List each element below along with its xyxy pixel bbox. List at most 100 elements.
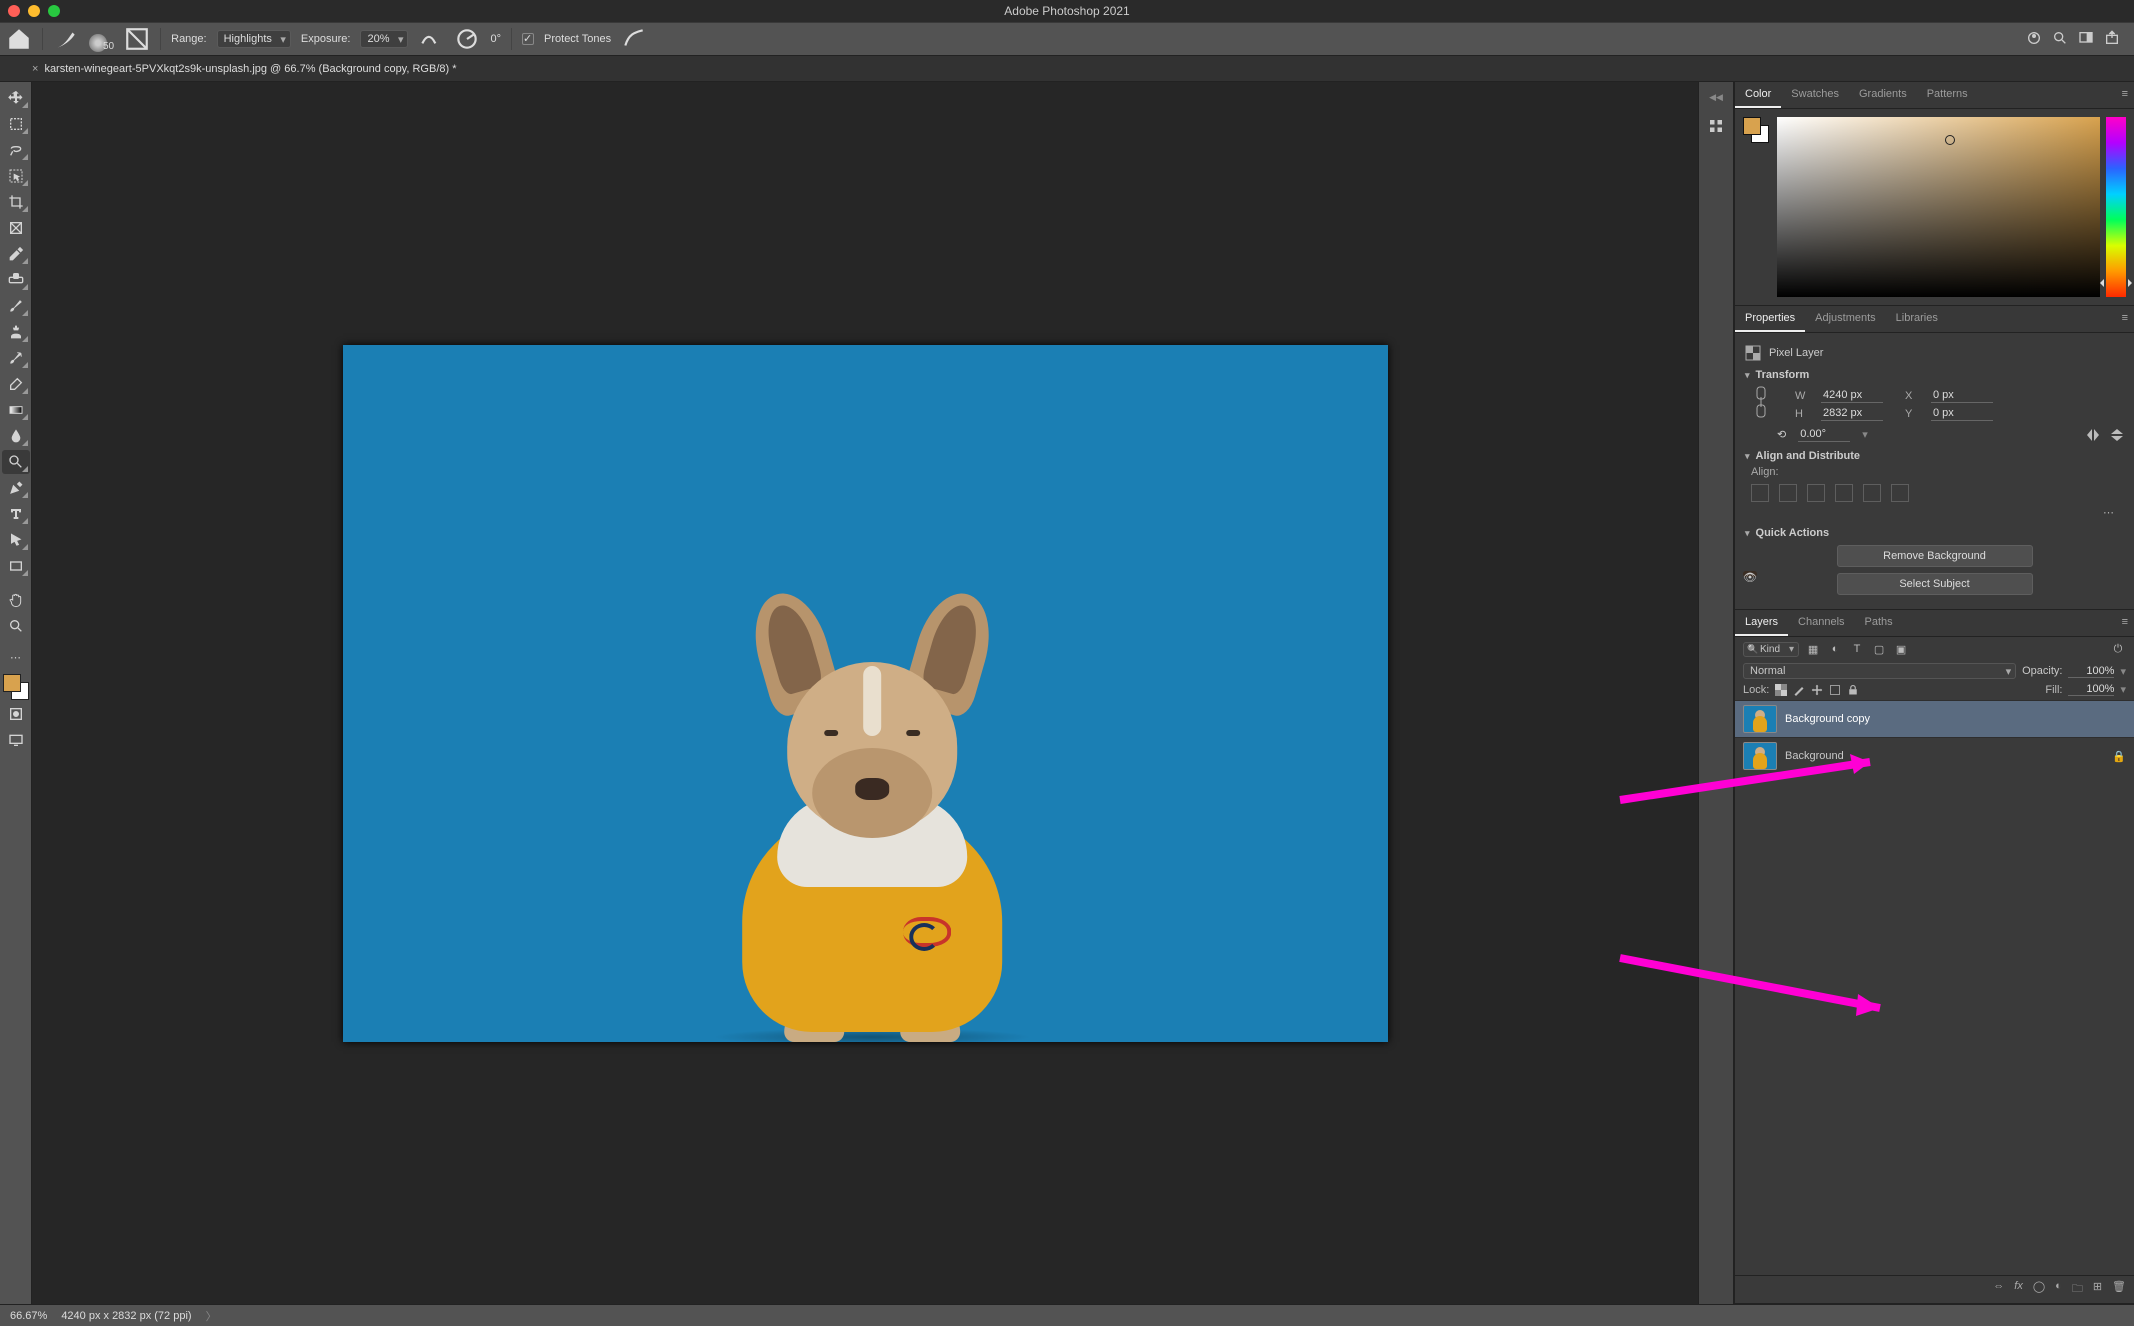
filter-toggle[interactable]: ⏻ (2110, 641, 2126, 657)
zoom-tool[interactable] (2, 614, 30, 638)
color-panel-menu[interactable]: ≡ (2116, 82, 2134, 108)
x-input[interactable] (1931, 388, 1993, 403)
close-tab-button[interactable]: × (32, 63, 38, 75)
flip-horizontal-icon[interactable] (2086, 428, 2100, 442)
filter-smart-icon[interactable]: ▣ (1893, 641, 1909, 657)
clone-stamp-tool[interactable] (2, 320, 30, 344)
layer-thumbnail[interactable] (1743, 705, 1777, 733)
eraser-tool[interactable] (2, 372, 30, 396)
filter-pixel-icon[interactable]: ▦ (1805, 641, 1821, 657)
filter-adjust-icon[interactable]: ◐ (1827, 641, 1843, 657)
exposure-select[interactable]: 20% (360, 30, 408, 48)
angle-value[interactable]: 0° (490, 33, 501, 45)
section-align[interactable]: Align and Distribute (1745, 450, 2124, 462)
document-canvas[interactable] (343, 345, 1388, 1042)
tab-adjustments[interactable]: Adjustments (1805, 306, 1886, 332)
eyedropper-tool[interactable] (2, 242, 30, 266)
gradient-tool[interactable] (2, 398, 30, 422)
pen-tool[interactable] (2, 476, 30, 500)
layer-name[interactable]: Background copy (1785, 713, 1870, 725)
layer-row-background-copy[interactable]: Background copy (1735, 700, 2134, 737)
window-zoom-button[interactable] (48, 5, 60, 17)
select-subject-button[interactable]: Select Subject (1837, 573, 2033, 595)
width-input[interactable] (1821, 388, 1883, 403)
range-select[interactable]: Highlights (217, 30, 291, 48)
tab-paths[interactable]: Paths (1855, 610, 1903, 636)
window-minimize-button[interactable] (28, 5, 40, 17)
type-tool[interactable] (2, 502, 30, 526)
rotate-input[interactable] (1798, 427, 1850, 442)
object-selection-tool[interactable] (2, 164, 30, 188)
layer-style-icon[interactable]: fx (2014, 1280, 2023, 1299)
more-align-button[interactable]: ⋯ (1745, 506, 2124, 519)
lock-transparency-icon[interactable] (1775, 684, 1787, 696)
link-layers-icon[interactable]: ⇔ (1993, 1280, 2004, 1299)
move-tool[interactable] (2, 86, 30, 110)
hand-tool[interactable] (2, 588, 30, 612)
history-panel-icon[interactable] (1707, 117, 1725, 135)
tablet-pressure-toggle[interactable] (621, 26, 647, 52)
layers-panel-menu[interactable]: ≡ (2116, 610, 2134, 636)
layer-name[interactable]: Background (1785, 750, 1844, 762)
visibility-toggle[interactable]: 👁 (1743, 571, 1757, 577)
path-selection-tool[interactable] (2, 528, 30, 552)
filter-type-icon[interactable]: T (1849, 641, 1865, 657)
tab-layers[interactable]: Layers (1735, 610, 1788, 636)
delete-layer-icon[interactable]: 🗑 (2112, 1280, 2126, 1299)
lock-all-icon[interactable] (1847, 684, 1859, 696)
status-menu[interactable]: 〉 (206, 1308, 217, 1324)
y-input[interactable] (1931, 406, 1993, 421)
workspace-switcher-icon[interactable] (2078, 30, 2094, 49)
align-buttons[interactable] (1751, 484, 2124, 502)
layer-row-background[interactable]: 👁 Background 🔒 (1735, 737, 2134, 774)
layer-filter-kind[interactable]: Kind (1743, 642, 1799, 657)
lock-image-icon[interactable] (1793, 684, 1805, 696)
cloud-docs-icon[interactable] (2026, 30, 2042, 49)
brush-settings-button[interactable] (124, 26, 150, 52)
lock-position-icon[interactable] (1811, 684, 1823, 696)
adjustment-layer-icon[interactable]: ◐ (2055, 1280, 2062, 1299)
history-brush-tool[interactable] (2, 346, 30, 370)
quick-mask-toggle[interactable] (2, 702, 30, 726)
flip-vertical-icon[interactable] (2110, 428, 2124, 442)
properties-panel-menu[interactable]: ≡ (2116, 306, 2134, 332)
rectangle-tool[interactable] (2, 554, 30, 578)
zoom-level[interactable]: 66.67% (10, 1310, 47, 1322)
color-field[interactable] (1777, 117, 2100, 297)
group-icon[interactable]: 🗀 (2072, 1280, 2083, 1299)
frame-tool[interactable] (2, 216, 30, 240)
tool-preset-picker[interactable] (53, 26, 79, 52)
new-layer-icon[interactable]: ⊞ (2093, 1280, 2102, 1299)
dodge-tool[interactable] (2, 450, 30, 474)
section-quick-actions[interactable]: Quick Actions (1745, 527, 2124, 539)
tab-libraries[interactable]: Libraries (1886, 306, 1948, 332)
layer-mask-icon[interactable]: ◯ (2033, 1280, 2045, 1299)
tab-patterns[interactable]: Patterns (1917, 82, 1978, 108)
tab-properties[interactable]: Properties (1735, 306, 1805, 332)
lock-artboard-icon[interactable] (1829, 684, 1841, 696)
link-wh-icon[interactable] (1751, 385, 1771, 419)
tab-gradients[interactable]: Gradients (1849, 82, 1917, 108)
marquee-tool[interactable] (2, 112, 30, 136)
layer-thumbnail[interactable] (1743, 742, 1777, 770)
filter-shape-icon[interactable]: ▢ (1871, 641, 1887, 657)
airbrush-toggle[interactable] (418, 26, 444, 52)
fill-input[interactable] (2068, 683, 2114, 696)
remove-background-button[interactable]: Remove Background (1837, 545, 2033, 567)
document-tab[interactable]: karsten-winegeart-5PVXkqt2s9k-unsplash.j… (44, 63, 456, 75)
share-icon[interactable] (2104, 30, 2120, 49)
crop-tool[interactable] (2, 190, 30, 214)
edit-toolbar-button[interactable]: ⋯ (2, 650, 30, 664)
hue-slider[interactable] (2106, 117, 2126, 297)
tab-swatches[interactable]: Swatches (1781, 82, 1849, 108)
opacity-input[interactable] (2068, 665, 2114, 678)
window-close-button[interactable] (8, 5, 20, 17)
lasso-tool[interactable] (2, 138, 30, 162)
collapsed-panel-dock[interactable]: ◀◀ (1698, 82, 1734, 1304)
spot-healing-tool[interactable] (2, 268, 30, 292)
section-transform[interactable]: Transform (1745, 369, 2124, 381)
foreground-background-swatches[interactable] (3, 674, 29, 700)
tab-channels[interactable]: Channels (1788, 610, 1854, 636)
brush-preset-picker[interactable]: 50 (89, 27, 114, 52)
tab-color[interactable]: Color (1735, 82, 1781, 108)
